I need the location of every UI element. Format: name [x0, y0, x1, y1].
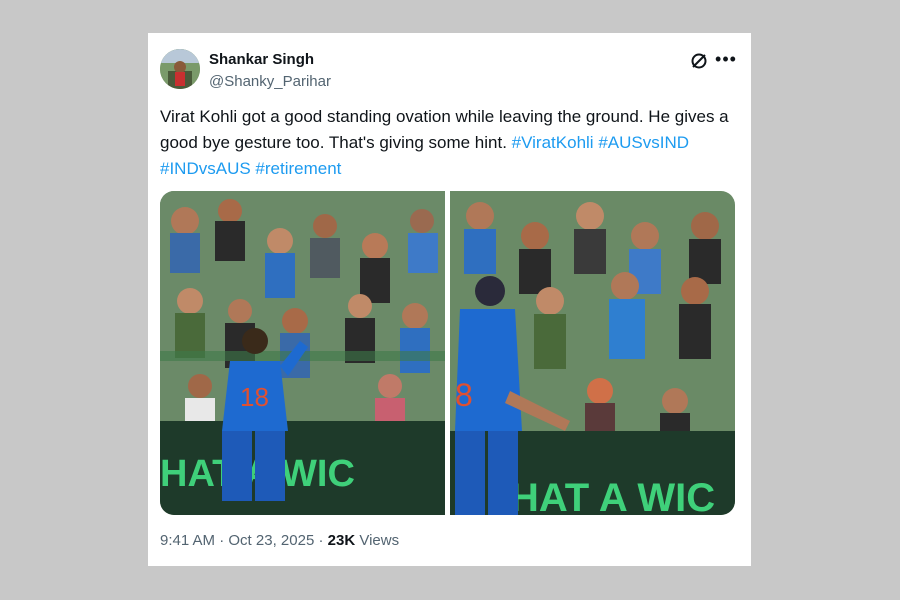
author-handle[interactable]: @Shanky_Parihar — [209, 73, 331, 90]
author-name[interactable]: Shankar Singh — [209, 51, 314, 68]
grok-icon[interactable] — [690, 52, 708, 70]
views-count[interactable]: 23K — [328, 532, 356, 549]
tweet-meta: 9:41 AM · Oct 23, 2025 · 23K Views — [160, 532, 399, 549]
avatar[interactable] — [160, 49, 200, 89]
board-text-right: HAT A WIC — [510, 476, 715, 515]
tweet-text: Virat Kohli got a good standing ovation … — [160, 104, 740, 182]
jersey-number: 18 — [240, 382, 269, 412]
hashtag-link[interactable]: #AUSvsIND — [598, 133, 689, 152]
more-options-icon[interactable]: ••• — [714, 49, 738, 69]
tweet-media[interactable]: HAT A WIC 18 — [160, 191, 735, 515]
separator: · — [219, 532, 225, 549]
tweet-time[interactable]: 9:41 AM — [160, 532, 215, 549]
photo-left[interactable]: HAT A WIC 18 — [160, 191, 445, 515]
tweet-date[interactable]: Oct 23, 2025 — [228, 532, 314, 549]
jersey-number: 8 — [455, 377, 473, 413]
hashtag-link[interactable]: #ViratKohli — [512, 133, 594, 152]
hashtag-link[interactable]: #retirement — [255, 159, 341, 178]
tweet-card: Shankar Singh @Shanky_Parihar ••• Virat … — [148, 33, 751, 566]
hashtag-link[interactable]: #INDvsAUS — [160, 159, 251, 178]
views-label: Views — [359, 532, 400, 549]
separator: · — [318, 532, 324, 549]
photo-right[interactable]: HAT A WIC 8 — [450, 191, 735, 515]
